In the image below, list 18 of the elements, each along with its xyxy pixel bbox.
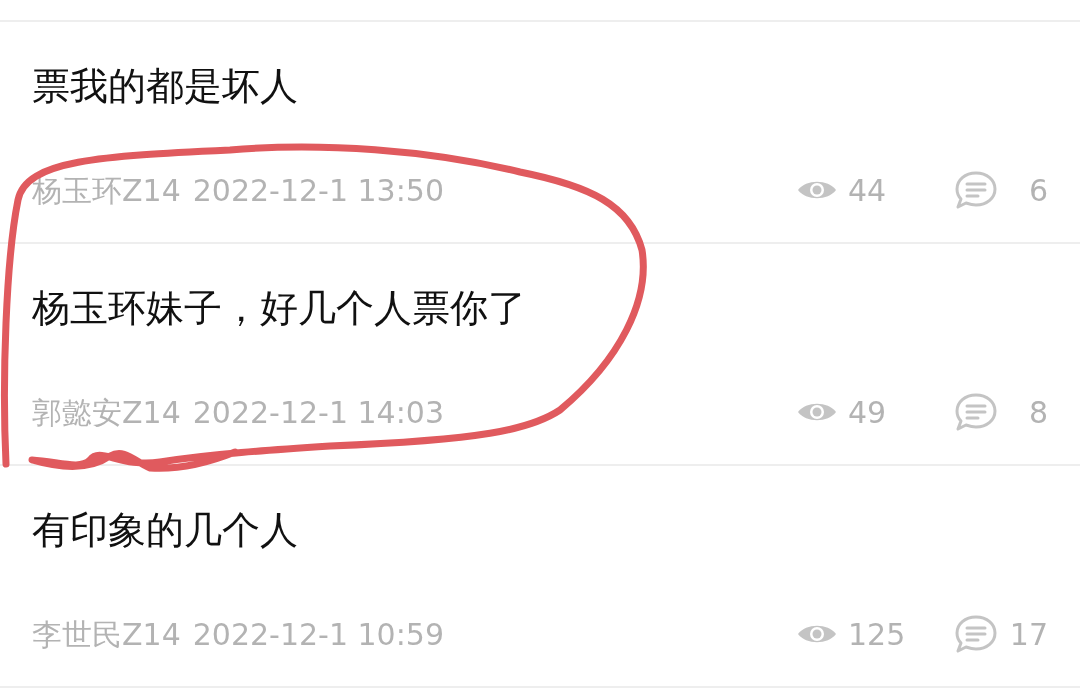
- comment-icon: [954, 614, 998, 654]
- post-date: 2022-12-1 13:50: [192, 171, 444, 210]
- post-date: 2022-12-1 14:03: [192, 393, 444, 432]
- post-title[interactable]: 有印象的几个人: [32, 504, 1048, 556]
- author-name: 杨玉环Z14: [32, 171, 181, 210]
- view-count: 44: [848, 171, 888, 210]
- comment-count: 6: [1027, 171, 1048, 210]
- post-title[interactable]: 杨玉环妹子，好几个人票你了: [32, 282, 1048, 334]
- view-count: 49: [848, 393, 888, 432]
- post-date: 2022-12-1 10:59: [192, 615, 444, 654]
- comment-count: 8: [1027, 393, 1048, 432]
- view-count: 125: [848, 615, 907, 654]
- author-name: 郭懿安Z14: [32, 393, 181, 432]
- comment-icon: [954, 170, 998, 210]
- comment-icon: [954, 392, 998, 432]
- post-title[interactable]: 票我的都是坏人: [32, 60, 1048, 112]
- comment-count: 17: [1008, 615, 1048, 654]
- author-name: 李世民Z14: [32, 615, 181, 654]
